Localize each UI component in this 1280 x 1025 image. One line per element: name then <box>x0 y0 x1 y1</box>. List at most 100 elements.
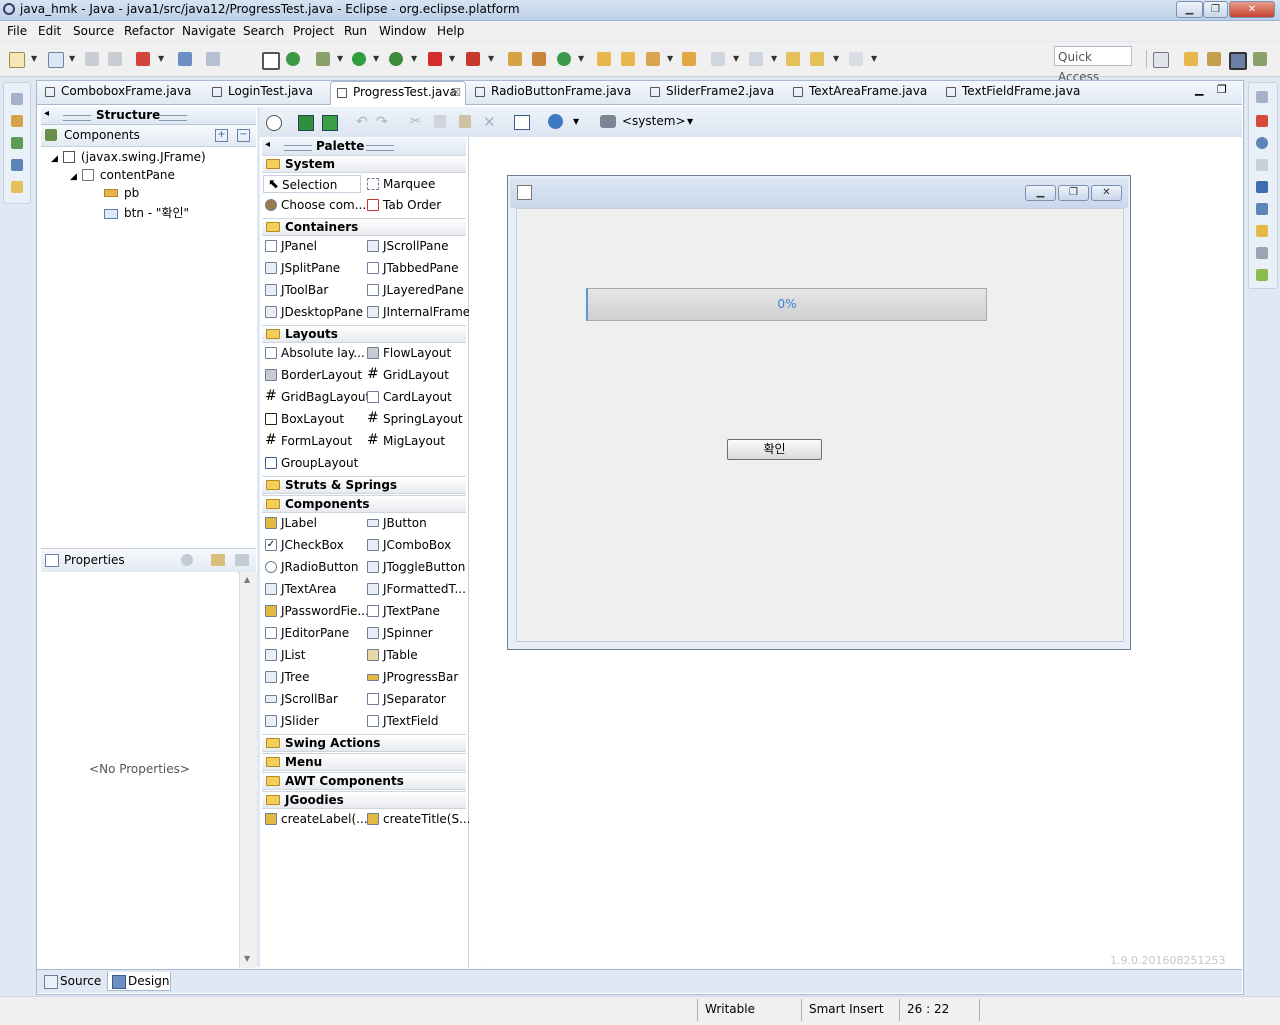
restore-view-icon[interactable] <box>11 93 23 105</box>
open-resource-icon[interactable] <box>621 52 635 66</box>
cut-icon[interactable]: ✂ <box>410 114 421 129</box>
menu-navigate[interactable]: Navigate <box>182 24 236 38</box>
tree-item-jframe[interactable]: ◢ (javax.swing.JFrame) <box>51 150 206 164</box>
palette-item-jtable[interactable]: JTable <box>365 646 418 664</box>
console-view-icon[interactable] <box>1256 181 1268 193</box>
dropdown-arrow-icon[interactable]: ▼ <box>578 54 584 63</box>
look-and-feel-icon[interactable] <box>600 115 616 128</box>
palette-item-jtextfield[interactable]: JTextField <box>365 712 439 730</box>
drag-handle[interactable] <box>159 115 187 121</box>
show-advanced-icon[interactable] <box>211 554 225 566</box>
palette-item-jslider[interactable]: JSlider <box>263 712 319 730</box>
search-view-icon[interactable] <box>1256 269 1268 281</box>
new-wizard-icon[interactable] <box>557 52 571 66</box>
navigator-icon[interactable] <box>11 181 23 193</box>
palette-item-jeditorpane[interactable]: JEditorPane <box>263 624 349 642</box>
redo-icon[interactable]: ↷ <box>376 114 388 130</box>
scroll-down-icon[interactable]: ▼ <box>244 954 250 963</box>
next-edit-icon[interactable] <box>711 52 725 66</box>
tab-login-test[interactable]: LoginTest.java <box>206 81 326 104</box>
look-and-feel-label[interactable]: <system> <box>622 114 686 128</box>
palette-item-flowlayout[interactable]: FlowLayout <box>365 344 451 362</box>
last-edit-icon[interactable] <box>786 52 800 66</box>
palette-item-jcombobox[interactable]: JComboBox <box>365 536 451 554</box>
open-type-icon[interactable] <box>597 52 611 66</box>
tab-combobox-frame[interactable]: ComboboxFrame.java <box>39 81 204 104</box>
open-perspective-icon[interactable] <box>1153 52 1169 68</box>
palette-item-selection[interactable]: ⬉ Selection <box>263 175 361 193</box>
back-icon[interactable] <box>810 52 824 66</box>
palette-item-create-title[interactable]: createTitle(S... <box>365 810 471 828</box>
default-value-icon[interactable] <box>235 554 249 566</box>
jframe-title-bar[interactable]: ▁ ❐ ✕ <box>510 178 1128 208</box>
new-class-icon[interactable] <box>532 52 546 66</box>
palette-item-boxlayout[interactable]: BoxLayout <box>263 410 344 428</box>
problems-icon[interactable] <box>1256 115 1268 127</box>
collapse-left-icon[interactable]: ◂ <box>44 108 49 119</box>
palette-item-tab-order[interactable]: Tab Order <box>365 196 441 214</box>
dropdown-arrow-icon[interactable]: ▼ <box>687 117 693 126</box>
tree-toggle-icon[interactable]: ◢ <box>51 154 58 164</box>
dropdown-arrow-icon[interactable]: ▼ <box>337 54 343 63</box>
debug-icon[interactable] <box>316 52 330 66</box>
test-gui-icon[interactable] <box>266 115 282 131</box>
tab-source[interactable]: Source <box>40 972 106 991</box>
tab-text-area-frame[interactable]: TextAreaFrame.java <box>787 81 927 104</box>
tree-item-pb[interactable]: pb <box>104 186 139 200</box>
palette-item-jcheckbox[interactable]: ✓ JCheckBox <box>263 536 344 554</box>
stop-icon[interactable] <box>466 52 480 66</box>
properties-layout-icon[interactable] <box>514 115 530 130</box>
tree-toggle-icon[interactable]: ◢ <box>70 172 77 182</box>
next-annotation-icon[interactable] <box>136 52 150 66</box>
undo-icon[interactable]: ↶ <box>356 114 368 130</box>
palette-item-jlist[interactable]: JList <box>263 646 306 664</box>
palette-item-jsplitpane[interactable]: JSplitPane <box>263 259 340 277</box>
menu-refactor[interactable]: Refactor <box>124 24 174 38</box>
drag-handle[interactable] <box>284 145 312 151</box>
dropdown-arrow-icon[interactable]: ▼ <box>449 54 455 63</box>
outline-icon[interactable] <box>11 159 23 171</box>
dropdown-arrow-icon[interactable]: ▼ <box>871 54 877 63</box>
copy-icon[interactable] <box>434 115 446 128</box>
palette-item-jtogglebutton[interactable]: JToggleButton <box>365 558 465 576</box>
collapse-all-icon[interactable]: − <box>237 129 250 142</box>
drag-handle[interactable] <box>63 115 91 121</box>
dropdown-arrow-icon[interactable]: ▼ <box>31 54 37 63</box>
quick-access-input[interactable]: Quick Access <box>1054 46 1132 84</box>
package-explorer-icon[interactable] <box>11 115 23 127</box>
menu-edit[interactable]: Edit <box>38 24 61 38</box>
coverage-icon[interactable] <box>389 52 403 66</box>
restore-view-icon[interactable] <box>1256 91 1268 103</box>
palette-item-jlayeredpane[interactable]: JLayeredPane <box>365 281 464 299</box>
outline-view-icon[interactable] <box>1256 203 1268 215</box>
dropdown-arrow-icon[interactable]: ▼ <box>573 117 579 126</box>
palette-item-jdesktoppane[interactable]: JDesktopPane <box>263 303 363 321</box>
minimize-button[interactable]: ▁ <box>1176 1 1203 18</box>
palette-item-jtextarea[interactable]: JTextArea <box>263 580 336 598</box>
new-icon[interactable] <box>9 52 25 68</box>
palette-item-jtoolbar[interactable]: JToolBar <box>263 281 328 299</box>
palette-item-jtree[interactable]: JTree <box>263 668 310 686</box>
open-task-icon[interactable] <box>682 52 696 66</box>
new-java-project-icon[interactable] <box>508 52 522 66</box>
tab-progress-test[interactable]: ProgressTest.java ☒ <box>330 81 466 105</box>
palette-item-jpasswordfield[interactable]: JPasswordFie... <box>263 602 369 620</box>
palette-item-jformattedtextfield[interactable]: JFormattedT... <box>365 580 466 598</box>
toggle-editor-icon[interactable] <box>262 52 280 70</box>
palette-item-jlabel[interactable]: JLabel <box>263 514 317 532</box>
external-tools-icon[interactable] <box>428 52 442 66</box>
menu-run[interactable]: Run <box>344 24 367 38</box>
palette-item-jseparator[interactable]: JSeparator <box>365 690 446 708</box>
save-all-icon[interactable] <box>108 52 122 66</box>
forward-icon[interactable] <box>849 52 863 66</box>
menu-project[interactable]: Project <box>293 24 334 38</box>
frame-maximize-icon[interactable]: ❐ <box>1058 185 1089 201</box>
restore-button[interactable]: ❐ <box>1203 1 1228 18</box>
refresh-icon[interactable] <box>286 52 300 66</box>
design-perspective-icon[interactable] <box>1229 52 1247 70</box>
palette-item-jinternalframe[interactable]: JInternalFrame <box>365 303 470 321</box>
dropdown-arrow-icon[interactable]: ▼ <box>69 54 75 63</box>
palette-item-gridlayout[interactable]: # GridLayout <box>365 366 449 384</box>
run-icon[interactable] <box>352 52 366 66</box>
close-button[interactable]: ✕ <box>1229 1 1275 18</box>
